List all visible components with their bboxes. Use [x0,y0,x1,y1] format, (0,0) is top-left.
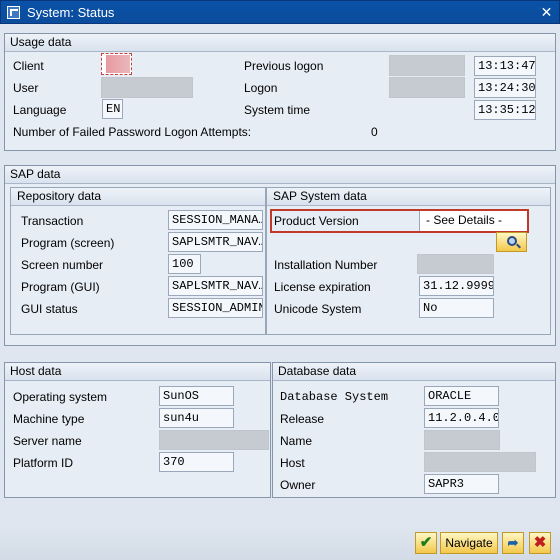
installation-number-field[interactable] [417,254,494,274]
cancel-button[interactable]: ✖ [529,532,551,554]
program-screen-label: Program (screen) [21,236,115,250]
host-data-group: Host data Operating system SunOS Machine… [4,362,271,498]
other-button[interactable]: ➦ [502,532,524,554]
program-gui-label: Program (GUI) [21,280,100,294]
product-version-field[interactable]: - See Details - [419,211,527,231]
machine-type-label: Machine type [13,412,85,426]
previous-logon-label: Previous logon [244,59,324,73]
language-field[interactable]: EN [102,99,123,119]
server-name-label: Server name [13,434,82,448]
owner-label: Owner [280,478,316,492]
title-bar: System: Status ✕ [0,0,560,24]
platform-id-label: Platform ID [13,456,74,470]
cancel-icon: ✖ [533,534,547,551]
installation-number-label: Installation Number [274,258,378,272]
unicode-system-label: Unicode System [274,302,362,316]
operating-system-field[interactable]: SunOS [159,386,234,406]
database-data-title: Database data [273,363,555,381]
ok-button[interactable]: ✔ [415,532,437,554]
sap-system-data-title: SAP System data [267,188,550,206]
close-icon[interactable]: ✕ [537,3,556,21]
sap-system-data-group: SAP System data Product Version - See De… [266,187,551,335]
language-label: Language [13,103,67,117]
system-time-label: System time [244,103,311,117]
client-field[interactable] [101,53,132,75]
program-gui-field[interactable]: SAPLSMTR_NAV… [168,276,263,296]
check-icon: ✔ [419,534,433,551]
program-screen-field[interactable]: SAPLSMTR_NAV… [168,232,263,252]
dialog-toolbar: ✔ Navigate ➦ ✖ [0,526,560,560]
database-name-field[interactable] [424,430,500,450]
user-field[interactable] [101,77,193,98]
gui-status-label: GUI status [21,302,78,316]
usage-data-title: Usage data [5,34,555,52]
release-label: Release [280,412,325,426]
window-title: System: Status [27,5,115,20]
database-host-field[interactable] [424,452,536,472]
database-data-group: Database data Database System ORACLE Rel… [272,362,556,498]
database-system-label: Database System [280,390,389,404]
logon-label: Logon [244,81,278,95]
sap-data-group: SAP data Repository data Transaction SES… [4,165,556,346]
usage-data-group: Usage data Client User Language EN Previ… [4,33,556,151]
license-expiration-label: License expiration [274,280,371,294]
window-icon [7,6,20,19]
arrow-icon: ➦ [507,535,519,550]
operating-system-label: Operating system [13,390,108,404]
navigate-button[interactable]: Navigate [440,532,498,554]
details-button[interactable] [496,232,527,252]
logon-time-field[interactable]: 13:24:30 [474,78,536,98]
previous-logon-time-field[interactable]: 13:13:47 [474,56,536,76]
database-name-label: Name [280,434,313,448]
database-system-field[interactable]: ORACLE [424,386,499,406]
user-label: User [13,81,39,95]
client-label: Client [13,59,44,73]
failed-attempts-label: Number of Failed Password Logon Attempts… [13,125,252,139]
machine-type-field[interactable]: sun4u [159,408,234,428]
platform-id-field[interactable]: 370 [159,452,234,472]
product-version-label: Product Version [274,214,359,228]
owner-field[interactable]: SAPR3 [424,474,499,494]
repository-data-title: Repository data [11,188,265,206]
failed-attempts-value: 0 [371,125,378,139]
host-data-title: Host data [5,363,270,381]
system-time-field[interactable]: 13:35:12 [474,100,536,120]
screen-number-label: Screen number [21,258,104,272]
transaction-field[interactable]: SESSION_MANA… [168,210,263,230]
transaction-label: Transaction [21,214,84,228]
repository-data-group: Repository data Transaction SESSION_MANA… [10,187,266,335]
logon-date-field[interactable] [389,77,465,98]
release-field[interactable]: 11.2.0.4.0 [424,408,499,428]
gui-status-field[interactable]: SESSION_ADMIN [168,298,263,318]
license-expiration-field[interactable]: 31.12.9999 [419,276,494,296]
screen-number-field[interactable]: 100 [168,254,201,274]
database-host-label: Host [280,456,305,470]
sap-data-title: SAP data [5,166,555,184]
unicode-system-field[interactable]: No [419,298,494,318]
previous-logon-date-field[interactable] [389,55,465,76]
server-name-field[interactable] [159,430,269,450]
